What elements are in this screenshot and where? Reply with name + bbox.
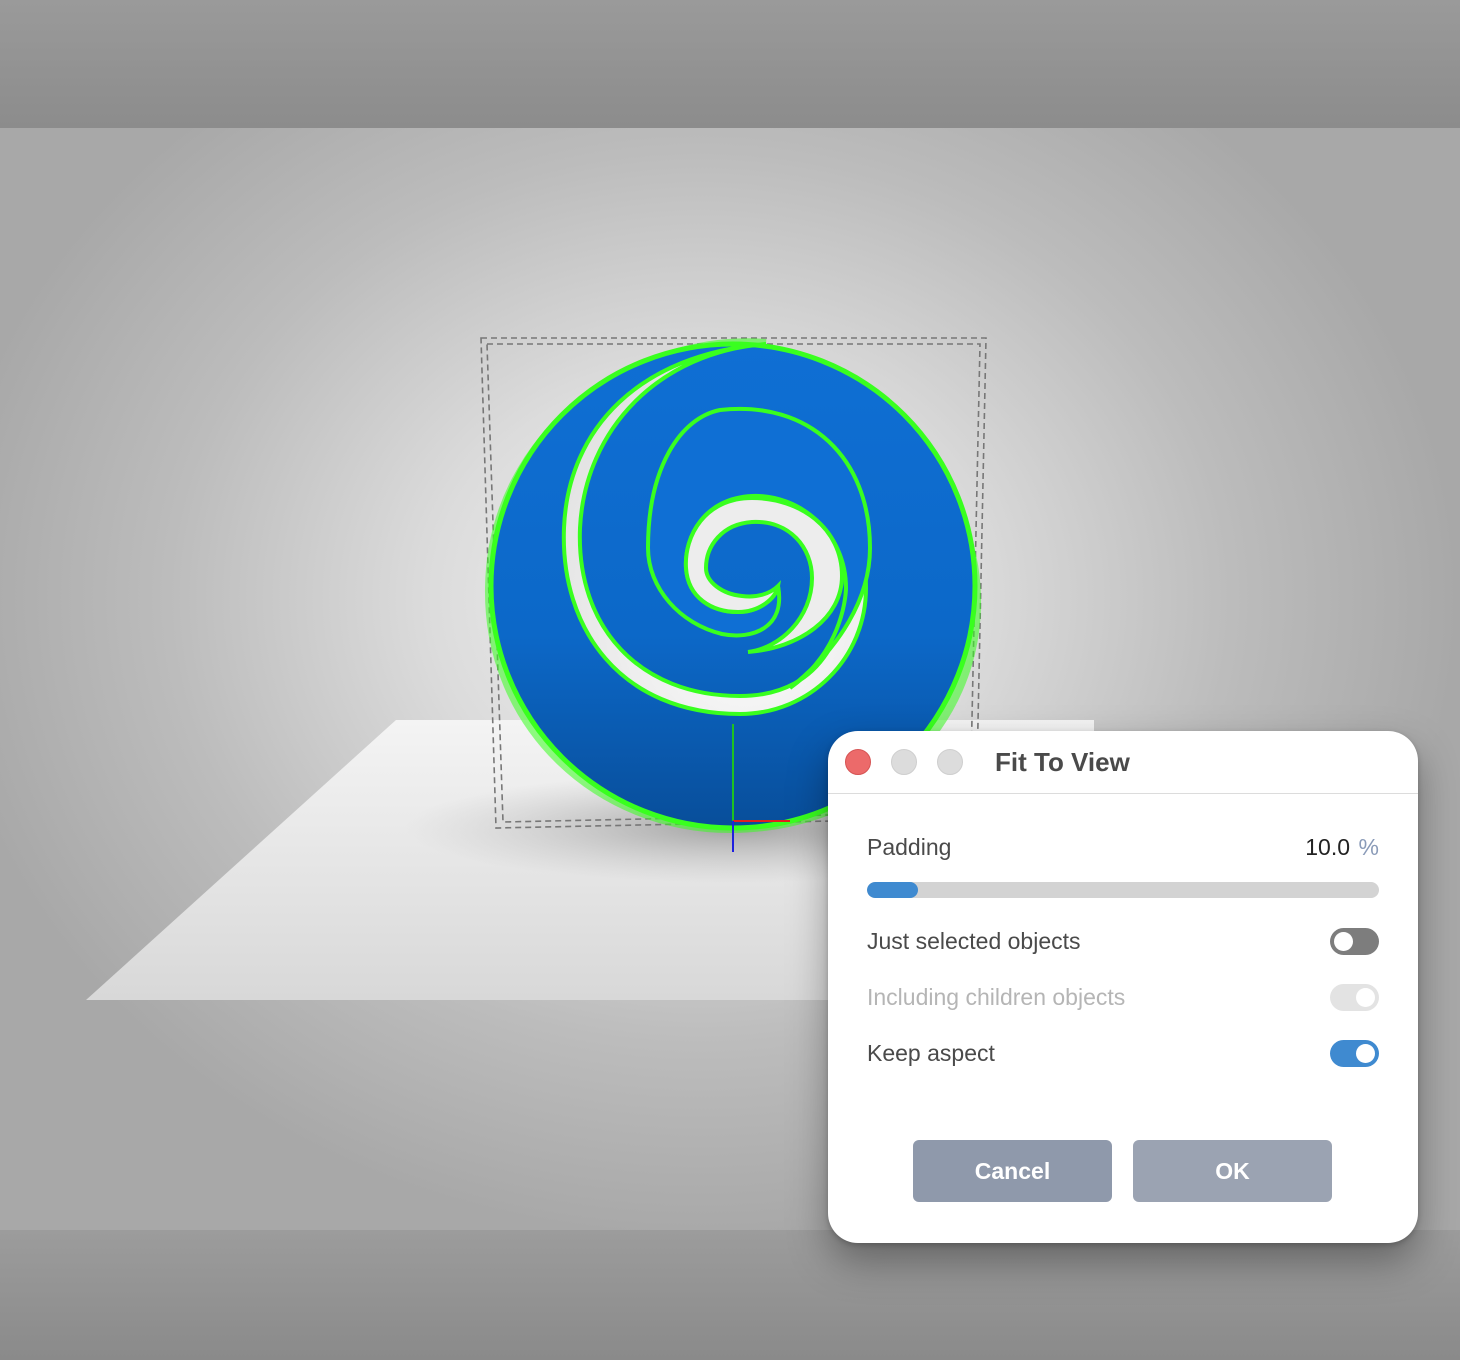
fit-to-view-dialog: Fit To View Padding 10.0 % Just selected…: [828, 731, 1418, 1243]
padding-slider-fill[interactable]: [867, 882, 918, 898]
dialog-titlebar[interactable]: Fit To View: [828, 731, 1418, 794]
ok-button[interactable]: OK: [1133, 1140, 1332, 1202]
padding-slider[interactable]: [867, 882, 1379, 898]
including-children-label: Including children objects: [867, 984, 1126, 1010]
app-screen: Fit To View Padding 10.0 % Just selected…: [0, 0, 1460, 1360]
dialog-title: Fit To View: [995, 747, 1130, 777]
padding-label: Padding: [867, 834, 952, 860]
padding-unit: %: [1358, 834, 1379, 860]
close-icon[interactable]: [845, 749, 871, 775]
keep-aspect-toggle[interactable]: [1330, 1040, 1379, 1067]
cancel-button[interactable]: Cancel: [913, 1140, 1112, 1202]
minimize-icon[interactable]: [891, 749, 917, 775]
maximize-icon[interactable]: [937, 749, 963, 775]
keep-aspect-label: Keep aspect: [867, 1040, 995, 1066]
top-toolbar-area: [0, 0, 1460, 128]
toggle-knob: [1356, 1044, 1375, 1063]
toggle-knob: [1334, 932, 1353, 951]
including-children-toggle: [1330, 984, 1379, 1011]
just-selected-toggle[interactable]: [1330, 928, 1379, 955]
padding-value[interactable]: 10.0: [1305, 833, 1350, 861]
toggle-knob: [1356, 988, 1375, 1007]
bottom-status-area: [0, 1230, 1460, 1360]
just-selected-label: Just selected objects: [867, 928, 1081, 954]
